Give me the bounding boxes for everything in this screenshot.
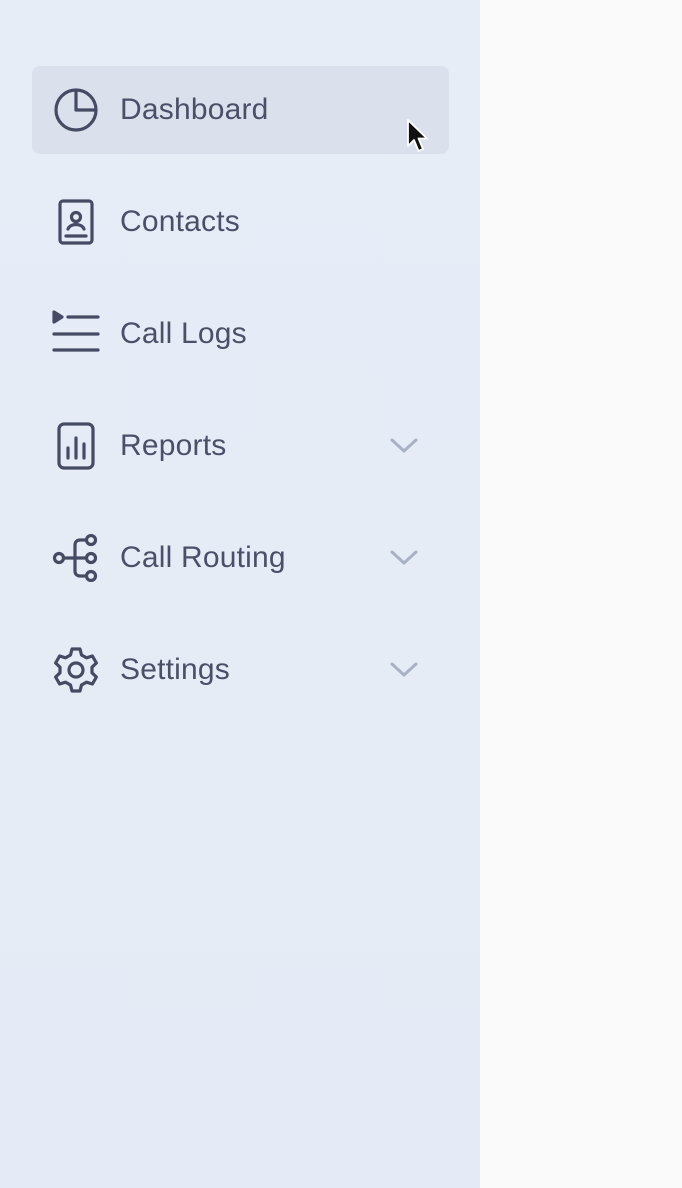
sidebar-item-call-logs[interactable]: Call Logs xyxy=(32,290,449,378)
bar-chart-icon xyxy=(52,422,100,470)
sidebar-item-label: Call Logs xyxy=(120,317,247,350)
gear-icon xyxy=(52,647,100,693)
sidebar-item-label: Settings xyxy=(120,653,230,686)
sidebar-item-dashboard[interactable]: Dashboard xyxy=(32,66,449,154)
sidebar-item-contacts[interactable]: Contacts xyxy=(32,178,449,266)
sidebar-item-settings[interactable]: Settings xyxy=(32,626,449,714)
sidebar-item-label: Dashboard xyxy=(120,93,269,126)
sidebar-item-call-routing[interactable]: Call Routing xyxy=(32,514,449,602)
main-content xyxy=(480,0,682,1188)
sidebar-item-label: Call Routing xyxy=(120,541,286,574)
routing-icon xyxy=(52,534,100,582)
sidebar: Dashboard Contacts Call Logs Reports Cal… xyxy=(0,0,480,1188)
list-icon xyxy=(52,310,100,356)
sidebar-item-reports[interactable]: Reports xyxy=(32,402,449,490)
pie-chart-icon xyxy=(52,88,100,132)
sidebar-nav: Dashboard Contacts Call Logs Reports Cal… xyxy=(32,66,449,738)
chevron-down-icon[interactable] xyxy=(386,544,422,572)
chevron-down-icon[interactable] xyxy=(386,432,422,460)
sidebar-item-label: Reports xyxy=(120,429,227,462)
sidebar-item-label: Contacts xyxy=(120,205,240,238)
chevron-down-icon[interactable] xyxy=(386,656,422,684)
mouse-cursor-icon xyxy=(406,118,430,154)
contact-book-icon xyxy=(52,199,100,245)
